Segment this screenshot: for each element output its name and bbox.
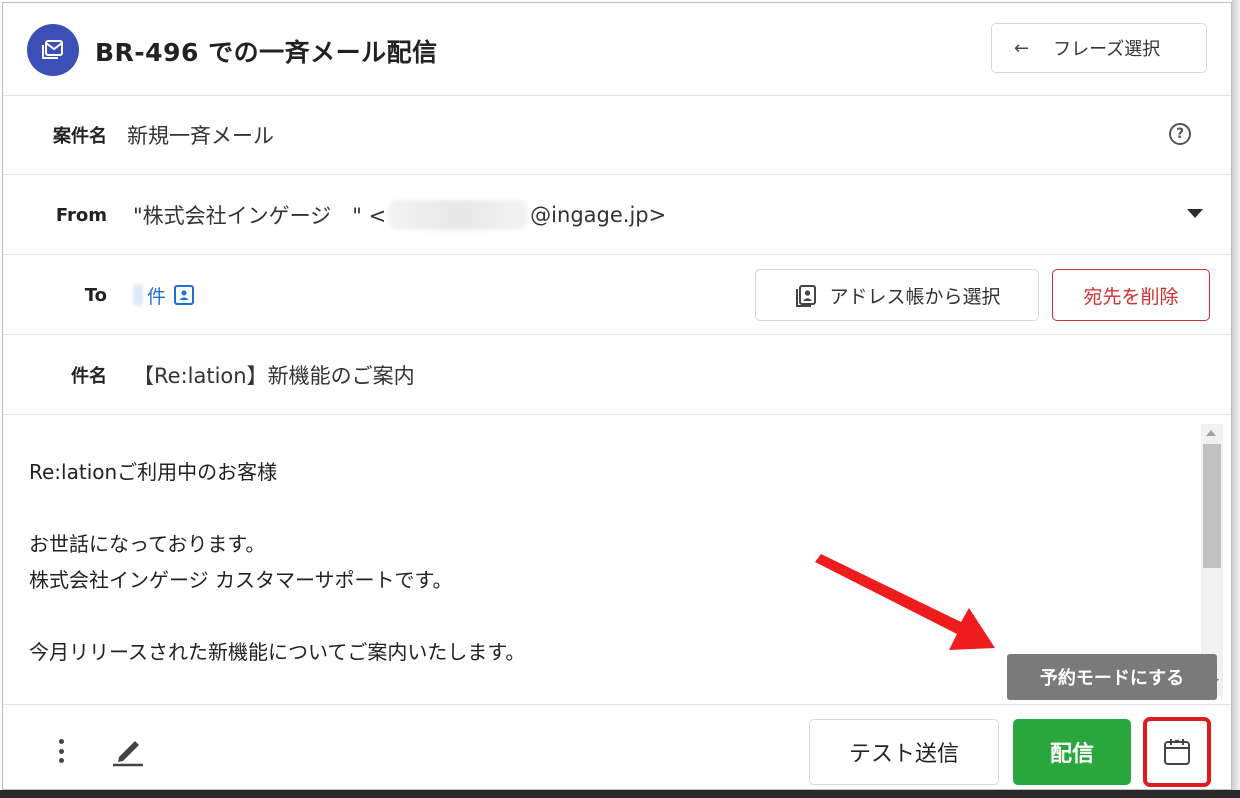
arrow-left-icon: ←: [1014, 37, 1030, 59]
subject-label: 件名: [71, 366, 107, 387]
to-recipients[interactable]: 件: [133, 255, 195, 335]
address-book-label: アドレス帳から選択: [829, 285, 1001, 308]
calendar-icon: [1164, 739, 1190, 765]
message-body-editor[interactable]: Re:lationご利用中のお客様 お世話になっております。 株式会社インゲージ…: [3, 416, 1231, 705]
from-label: From: [55, 204, 107, 226]
bulk-mail-dialog: BR-496 での一斉メール配信 ← フレーズ選択 案件名 新規一斉メール ? …: [2, 2, 1232, 790]
scroll-thumb[interactable]: [1203, 444, 1221, 568]
from-email-domain: @ingage.jp>: [530, 203, 667, 227]
from-select[interactable]: "株式会社インゲージ " < @ingage.jp>: [133, 175, 666, 255]
from-row: From "株式会社インゲージ " < @ingage.jp>: [3, 175, 1231, 255]
scroll-up-arrow-icon[interactable]: [1206, 430, 1216, 436]
address-book-button[interactable]: アドレス帳から選択: [755, 269, 1039, 321]
more-vertical-icon[interactable]: [53, 739, 69, 763]
window-shadow-bottom: [0, 790, 1240, 798]
phrase-select-label: フレーズ選択: [1053, 39, 1161, 60]
to-row: To 件 アドレス帳から選択 宛先を削除: [3, 255, 1231, 335]
address-book-icon: [796, 285, 817, 307]
body-line: お世話になっております。: [29, 532, 266, 556]
dialog-header: BR-496 での一斉メール配信 ← フレーズ選択: [3, 3, 1231, 96]
from-sender-name: "株式会社インゲージ " <: [133, 204, 387, 228]
phrase-select-button[interactable]: ← フレーズ選択: [991, 23, 1207, 73]
recipient-count-link[interactable]: 件: [147, 282, 166, 309]
mail-stack-icon: [27, 24, 79, 76]
annotation-arrow: [815, 554, 995, 650]
dropdown-caret-icon[interactable]: [1187, 209, 1203, 218]
remove-recipients-button[interactable]: 宛先を削除: [1052, 269, 1210, 321]
case-name-label: 案件名: [53, 126, 107, 147]
body-line: [29, 490, 525, 526]
schedule-mode-tooltip: 予約モードにする: [1007, 654, 1217, 700]
dialog-footer: テスト送信 配信: [3, 705, 1231, 789]
window-shadow-right: [1232, 0, 1240, 798]
body-line: 株式会社インゲージ カスタマーサポートです。: [29, 568, 453, 592]
redacted-count: [133, 284, 143, 306]
message-body-text[interactable]: Re:lationご利用中のお客様 お世話になっております。 株式会社インゲージ…: [29, 454, 525, 670]
body-line: [29, 598, 525, 634]
redacted-email: [388, 200, 529, 230]
case-name-input[interactable]: 新規一斉メール: [127, 95, 274, 175]
test-send-button[interactable]: テスト送信: [809, 719, 999, 785]
subject-row: 件名 【Re:lation】新機能のご案内: [3, 335, 1231, 415]
dialog-title: BR-496 での一斉メール配信: [95, 38, 438, 67]
to-label: To: [84, 284, 107, 306]
contact-card-icon[interactable]: [174, 285, 195, 305]
case-name-row: 案件名 新規一斉メール ?: [3, 95, 1231, 175]
send-button[interactable]: 配信: [1013, 719, 1131, 785]
body-line: Re:lationご利用中のお客様: [29, 460, 278, 484]
pen-icon[interactable]: [111, 735, 145, 767]
schedule-button[interactable]: [1143, 717, 1211, 787]
help-icon[interactable]: ?: [1169, 123, 1191, 145]
body-line: 今月リリースされた新機能についてご案内いたします。: [29, 640, 526, 664]
subject-input[interactable]: 【Re:lation】新機能のご案内: [133, 335, 415, 415]
